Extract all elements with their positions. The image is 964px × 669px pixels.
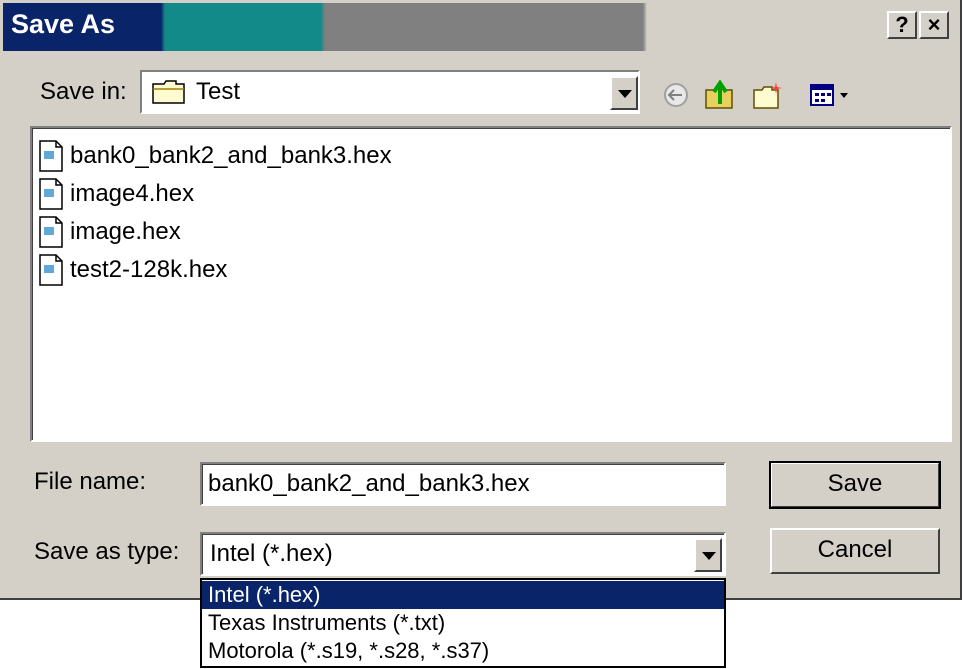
file-name: test2-128k.hex [70, 256, 228, 283]
cancel-button[interactable]: Cancel [770, 528, 940, 574]
file-list[interactable]: bank0_bank2_and_bank3.hex image4.hex ima… [30, 126, 952, 442]
close-button[interactable]: × [919, 11, 949, 39]
file-name: image4.hex [70, 180, 195, 207]
save-as-type-dropdown-button[interactable] [694, 538, 722, 572]
file-icon [39, 254, 63, 286]
file-name: bank0_bank2_and_bank3.hex [70, 142, 392, 169]
file-icon [39, 178, 63, 210]
list-item[interactable]: bank0_bank2_and_bank3.hex [38, 138, 392, 174]
file-icon [39, 140, 63, 172]
save-as-type-combobox[interactable]: Intel (*.hex) [200, 532, 726, 576]
list-item[interactable]: image.hex [38, 214, 181, 250]
dropdown-option-motorola[interactable]: Motorola (*.s19, *.s28, *.s37) [202, 637, 724, 665]
up-folder-icon[interactable] [704, 80, 736, 110]
save-in-label: Save in: [40, 78, 127, 105]
dropdown-option-intel[interactable]: Intel (*.hex) [202, 581, 724, 609]
save-as-type-label: Save as type: [34, 538, 180, 565]
chevron-down-icon [702, 552, 716, 560]
file-icon [39, 216, 63, 248]
save-in-combobox[interactable]: Test [140, 70, 640, 114]
list-item[interactable]: image4.hex [38, 176, 194, 212]
save-in-dropdown-button[interactable] [610, 76, 638, 110]
save-in-folder: Test [196, 78, 241, 105]
folder-icon [152, 80, 185, 104]
dropdown-option-texas-instruments[interactable]: Texas Instruments (*.txt) [202, 609, 724, 637]
save-button[interactable]: Save [769, 461, 941, 509]
file-name: image.hex [70, 218, 181, 245]
new-folder-icon[interactable] [752, 80, 784, 110]
back-icon[interactable] [660, 80, 692, 110]
save-as-dialog: Save As ? × Save in: Test bank0_bank2_an… [0, 0, 962, 600]
help-button[interactable]: ? [887, 11, 917, 39]
view-menu-icon[interactable] [808, 80, 854, 110]
file-name-input[interactable] [200, 462, 726, 506]
window-title: Save As [11, 9, 116, 39]
list-item[interactable]: test2-128k.hex [38, 252, 227, 288]
title-bar[interactable]: Save As ? × [3, 3, 957, 51]
save-as-type-dropdown-list[interactable]: Intel (*.hex) Texas Instruments (*.txt) … [200, 578, 726, 668]
file-name-label: File name: [34, 468, 147, 495]
save-as-type-selected: Intel (*.hex) [210, 540, 333, 567]
chevron-down-icon [618, 90, 632, 98]
